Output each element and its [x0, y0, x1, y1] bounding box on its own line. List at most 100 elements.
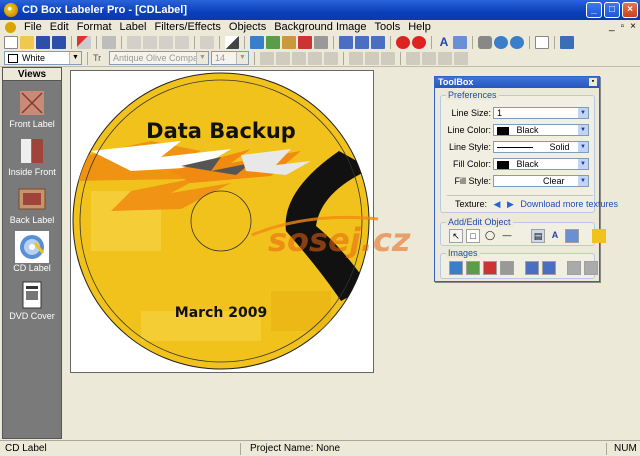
- cd-red-alt-icon[interactable]: [412, 35, 426, 49]
- view-front-label[interactable]: Front Label: [3, 89, 61, 129]
- font-combo[interactable]: Antique Olive Compact ▼: [109, 51, 209, 65]
- image-landscape-icon[interactable]: [466, 261, 480, 275]
- pointer-icon[interactable]: [225, 35, 239, 49]
- text-a-icon[interactable]: A: [437, 35, 451, 49]
- bold-icon[interactable]: [260, 51, 274, 65]
- image-open-icon[interactable]: [449, 261, 463, 275]
- save-all-icon[interactable]: [52, 35, 66, 49]
- calendar-icon[interactable]: [535, 35, 549, 49]
- image-scan-icon[interactable]: [525, 261, 539, 275]
- help-icon[interactable]: [510, 35, 524, 49]
- speech-bubble-icon[interactable]: [478, 35, 492, 49]
- image-crop-icon[interactable]: [567, 261, 581, 275]
- maximize-button[interactable]: □: [604, 2, 620, 18]
- texture-next-icon[interactable]: ▶: [507, 199, 514, 209]
- chevron-down-icon[interactable]: ▼: [236, 52, 248, 64]
- cut-icon[interactable]: [127, 35, 141, 49]
- barcode-icon[interactable]: ▤: [531, 229, 545, 243]
- flip-icon[interactable]: [438, 51, 452, 65]
- chevron-down-icon[interactable]: ▼: [196, 52, 208, 64]
- save-icon[interactable]: [36, 35, 50, 49]
- image-web-icon[interactable]: [542, 261, 556, 275]
- open-folder-icon[interactable]: [20, 35, 34, 49]
- menu-format[interactable]: Format: [73, 21, 116, 33]
- menu-file[interactable]: File: [20, 21, 46, 33]
- chevron-down-icon[interactable]: ▼: [578, 176, 588, 186]
- view-dvd-cover[interactable]: DVD Cover: [3, 281, 61, 321]
- paste-icon[interactable]: [159, 35, 173, 49]
- web-image-icon[interactable]: [355, 35, 369, 49]
- mdi-close-button[interactable]: ×: [630, 21, 636, 32]
- copy-icon[interactable]: [143, 35, 157, 49]
- fill-style-select[interactable]: Clear ▼: [493, 175, 589, 187]
- mdi-minimize-button[interactable]: _: [609, 21, 615, 32]
- menu-label[interactable]: Label: [116, 21, 151, 33]
- picture-icon[interactable]: [266, 35, 280, 49]
- line-style-select[interactable]: Solid ▼: [493, 141, 589, 153]
- menu-objects[interactable]: Objects: [225, 21, 270, 33]
- remove-image-icon[interactable]: [298, 35, 312, 49]
- texture-prev-icon[interactable]: ◀: [494, 199, 501, 209]
- chevron-down-icon[interactable]: ▼: [578, 159, 588, 169]
- text-effects-icon[interactable]: [454, 51, 468, 65]
- menu-filters-effects[interactable]: Filters/Effects: [150, 21, 224, 33]
- toolbox-header[interactable]: ToolBox ▪: [435, 77, 599, 88]
- rotate-icon[interactable]: [422, 51, 436, 65]
- image-effects-icon[interactable]: [584, 261, 598, 275]
- line-size-select[interactable]: 1 ▼: [493, 107, 589, 119]
- document-icon[interactable]: [5, 21, 16, 33]
- color-combo[interactable]: White ▼: [4, 51, 82, 65]
- cd-red-icon[interactable]: [396, 35, 410, 49]
- shadow-icon[interactable]: [308, 51, 322, 65]
- chevron-down-icon[interactable]: ▼: [578, 125, 588, 135]
- grid-icon[interactable]: [314, 35, 328, 49]
- lock-icon[interactable]: [592, 229, 606, 243]
- new-file-icon[interactable]: [4, 35, 18, 49]
- photo-icon[interactable]: [282, 35, 296, 49]
- ellipse-icon[interactable]: ◯: [483, 229, 497, 243]
- menu-tools[interactable]: Tools: [371, 21, 405, 33]
- select-pointer-icon[interactable]: ↖: [449, 229, 463, 243]
- label-date-text[interactable]: March 2009: [175, 305, 267, 321]
- wand-icon[interactable]: [77, 35, 91, 49]
- outline-icon[interactable]: [324, 51, 338, 65]
- line-color-select[interactable]: Black ▼: [493, 124, 589, 136]
- scan-icon[interactable]: [339, 35, 353, 49]
- gallery-icon[interactable]: [371, 35, 385, 49]
- arc-text-icon[interactable]: [406, 51, 420, 65]
- align-right-icon[interactable]: [381, 51, 395, 65]
- image-icon[interactable]: [250, 35, 264, 49]
- delete-icon[interactable]: [175, 35, 189, 49]
- image-remove-icon[interactable]: [483, 261, 497, 275]
- shape-icon[interactable]: [453, 35, 467, 49]
- align-center-icon[interactable]: [365, 51, 379, 65]
- toolbox-close-icon[interactable]: ▪: [589, 78, 597, 86]
- minimize-button[interactable]: _: [586, 2, 602, 18]
- close-button[interactable]: ×: [622, 2, 638, 18]
- menu-edit[interactable]: Edit: [46, 21, 73, 33]
- italic-icon[interactable]: [276, 51, 290, 65]
- mdi-restore-button[interactable]: ▫: [621, 21, 625, 32]
- align-left-icon[interactable]: [349, 51, 363, 65]
- menu-background-image[interactable]: Background Image: [270, 21, 370, 33]
- underline-icon[interactable]: [292, 51, 306, 65]
- rectangle-icon[interactable]: □: [466, 229, 480, 243]
- chevron-down-icon[interactable]: ▼: [578, 108, 588, 118]
- label-title-text[interactable]: Data Backup: [146, 119, 296, 143]
- undo-icon[interactable]: [200, 35, 214, 49]
- chevron-down-icon[interactable]: ▼: [69, 52, 81, 64]
- menu-help[interactable]: Help: [404, 21, 435, 33]
- globe-icon[interactable]: [494, 35, 508, 49]
- view-back-label[interactable]: Back Label: [3, 185, 61, 225]
- view-cd-label[interactable]: CD Label: [3, 231, 61, 273]
- info-icon[interactable]: [560, 35, 574, 49]
- view-inside-front[interactable]: Inside Front: [3, 137, 61, 177]
- line-icon[interactable]: —: [500, 229, 514, 243]
- insert-image-icon[interactable]: [565, 229, 579, 243]
- download-textures-link[interactable]: Download more textures: [520, 199, 618, 209]
- fill-color-select[interactable]: Black ▼: [493, 158, 589, 170]
- add-text-icon[interactable]: A: [548, 229, 562, 243]
- font-size-combo[interactable]: 14 ▼: [211, 51, 249, 65]
- image-grid-icon[interactable]: [500, 261, 514, 275]
- chevron-down-icon[interactable]: ▼: [578, 142, 588, 152]
